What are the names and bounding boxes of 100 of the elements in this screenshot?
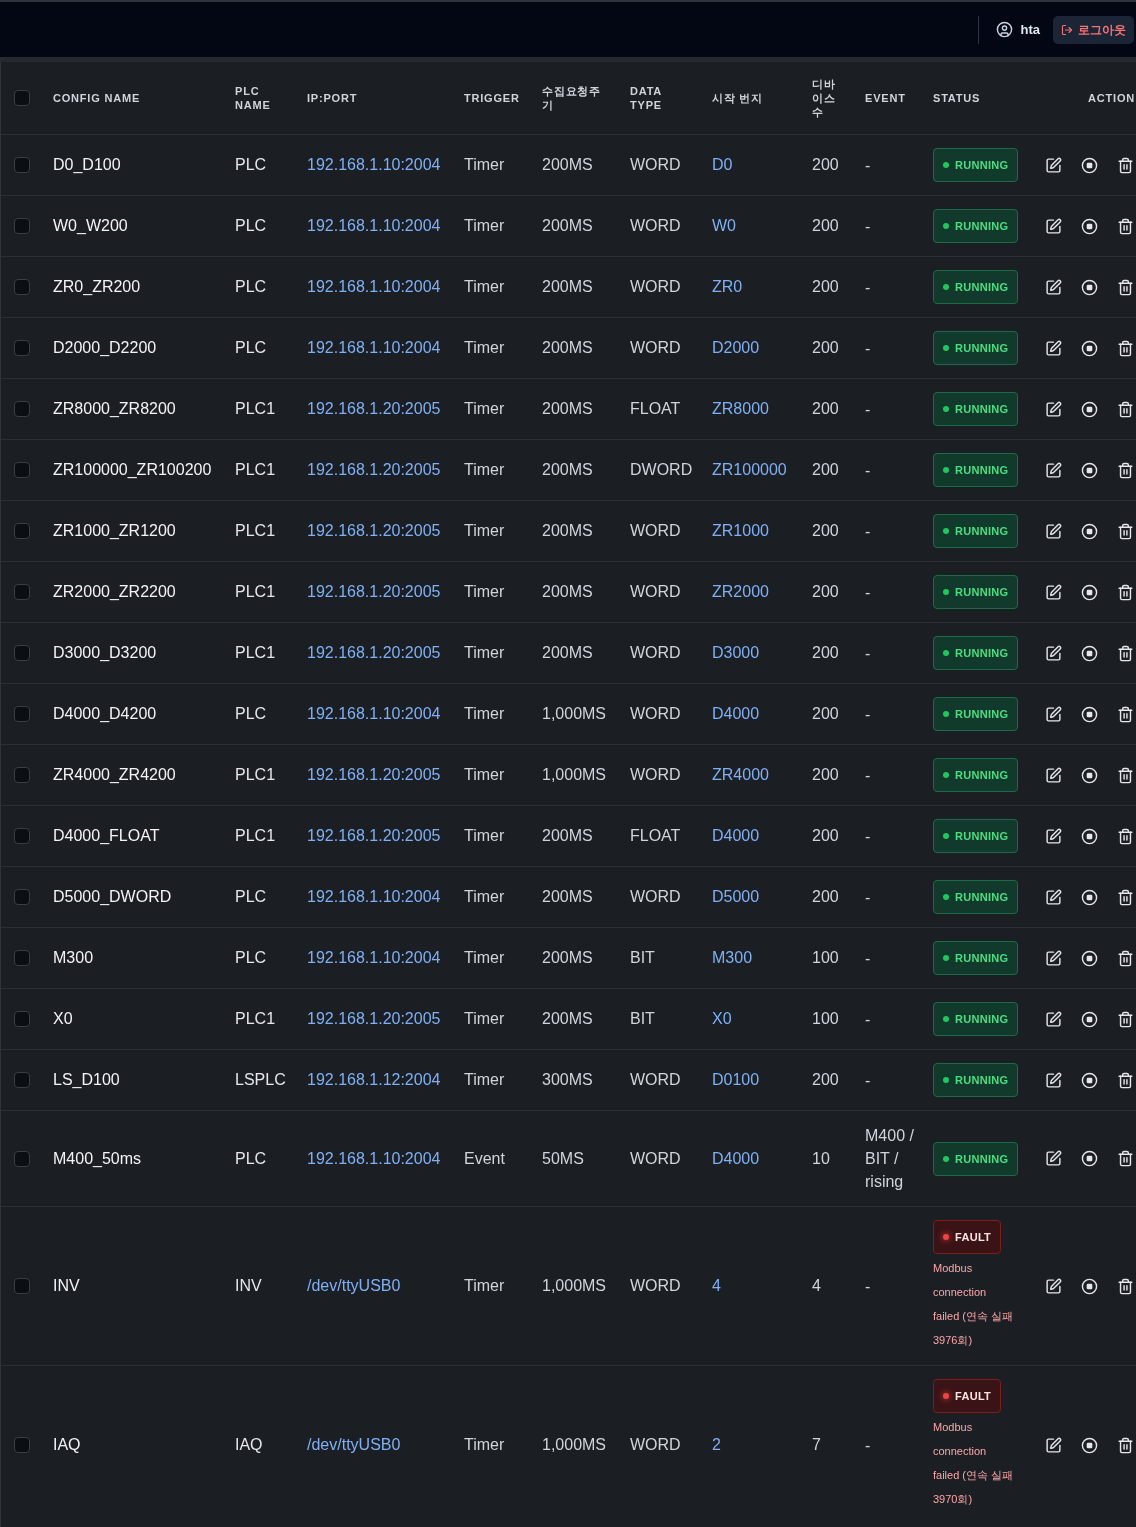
checkbox[interactable] <box>14 645 30 661</box>
stop-icon[interactable] <box>1081 1277 1098 1295</box>
device-count-cell: 200 <box>812 827 839 844</box>
trigger-cell: Timer <box>464 461 505 478</box>
trash-icon[interactable] <box>1117 400 1134 418</box>
checkbox[interactable] <box>14 523 30 539</box>
stop-icon[interactable] <box>1081 217 1098 235</box>
edit-icon[interactable] <box>1045 827 1062 845</box>
edit-icon[interactable] <box>1045 400 1062 418</box>
device-count-cell: 4 <box>812 1277 821 1294</box>
interval-cell: 200MS <box>542 644 593 661</box>
trash-icon[interactable] <box>1117 583 1134 601</box>
edit-icon[interactable] <box>1045 461 1062 479</box>
interval-cell: 1,000MS <box>542 705 607 722</box>
trash-icon[interactable] <box>1117 156 1134 174</box>
start-address-cell: D0 <box>712 156 733 173</box>
stop-icon[interactable] <box>1081 583 1098 601</box>
trash-icon[interactable] <box>1117 461 1134 479</box>
trigger-cell: Timer <box>464 949 505 966</box>
edit-icon[interactable] <box>1045 1277 1062 1295</box>
trash-icon[interactable] <box>1117 1071 1134 1089</box>
interval-cell: 200MS <box>542 461 593 478</box>
trash-icon[interactable] <box>1117 1150 1134 1167</box>
trash-icon[interactable] <box>1117 339 1134 357</box>
edit-icon[interactable] <box>1045 339 1062 357</box>
stop-icon[interactable] <box>1081 949 1098 967</box>
edit-icon[interactable] <box>1045 1150 1062 1167</box>
plc-name-cell: PLC <box>235 949 267 966</box>
logout-button[interactable]: 로그아웃 <box>1053 15 1134 44</box>
edit-icon[interactable] <box>1045 583 1062 601</box>
stop-icon[interactable] <box>1081 766 1098 784</box>
stop-icon[interactable] <box>1081 1150 1098 1167</box>
edit-icon[interactable] <box>1045 217 1062 235</box>
stop-icon[interactable] <box>1081 339 1098 357</box>
edit-icon[interactable] <box>1045 1436 1062 1454</box>
device-count-cell: 100 <box>812 949 839 966</box>
status-badge: FAULT <box>933 1220 1002 1254</box>
stop-icon[interactable] <box>1081 1071 1098 1089</box>
checkbox[interactable] <box>14 706 30 722</box>
checkbox[interactable] <box>14 1150 30 1167</box>
stop-icon[interactable] <box>1081 705 1098 723</box>
edit-icon[interactable] <box>1045 766 1062 784</box>
stop-icon[interactable] <box>1081 156 1098 174</box>
column-header: 수집요청주기 <box>542 84 602 112</box>
checkbox[interactable] <box>14 828 30 844</box>
event-cell-text: - <box>865 277 872 298</box>
device-count-cell: 7 <box>812 1436 821 1453</box>
trash-icon[interactable] <box>1117 217 1134 235</box>
device-count-cell: 200 <box>812 644 839 661</box>
trash-icon[interactable] <box>1117 1277 1134 1295</box>
trigger-cell: Timer <box>464 339 505 356</box>
stop-icon[interactable] <box>1081 400 1098 418</box>
checkbox[interactable] <box>14 90 30 106</box>
stop-icon[interactable] <box>1081 278 1098 296</box>
edit-icon[interactable] <box>1045 278 1062 296</box>
stop-icon[interactable] <box>1081 827 1098 845</box>
checkbox[interactable] <box>14 1437 30 1453</box>
trash-icon[interactable] <box>1117 827 1134 845</box>
checkbox[interactable] <box>14 584 30 600</box>
stop-icon[interactable] <box>1081 522 1098 540</box>
status-badge: RUNNING <box>933 880 1019 914</box>
trash-icon[interactable] <box>1117 766 1134 784</box>
checkbox[interactable] <box>14 1011 30 1027</box>
checkbox[interactable] <box>14 340 30 356</box>
trash-icon[interactable] <box>1117 888 1134 906</box>
trash-icon[interactable] <box>1117 1010 1134 1028</box>
checkbox[interactable] <box>14 950 30 966</box>
config-name-cell: LS_D100 <box>53 1071 120 1088</box>
edit-icon[interactable] <box>1045 1010 1062 1028</box>
edit-icon[interactable] <box>1045 644 1062 662</box>
stop-icon[interactable] <box>1081 644 1098 662</box>
stop-icon[interactable] <box>1081 1436 1098 1454</box>
device-count-cell: 200 <box>812 888 839 905</box>
trash-icon[interactable] <box>1117 522 1134 540</box>
stop-icon[interactable] <box>1081 888 1098 906</box>
checkbox[interactable] <box>14 889 30 905</box>
checkbox[interactable] <box>14 1278 30 1294</box>
edit-icon[interactable] <box>1045 156 1062 174</box>
trash-icon[interactable] <box>1117 705 1134 723</box>
trash-icon[interactable] <box>1117 278 1134 296</box>
stop-icon[interactable] <box>1081 461 1098 479</box>
edit-icon[interactable] <box>1045 705 1062 723</box>
checkbox[interactable] <box>14 279 30 295</box>
trash-icon[interactable] <box>1117 949 1134 967</box>
checkbox[interactable] <box>14 157 30 173</box>
edit-icon[interactable] <box>1045 522 1062 540</box>
checkbox[interactable] <box>14 1072 30 1088</box>
trash-icon[interactable] <box>1117 1436 1134 1454</box>
plc-name-cell: PLC1 <box>235 522 276 539</box>
checkbox[interactable] <box>14 462 30 478</box>
trash-icon[interactable] <box>1117 644 1134 662</box>
config-name-cell: ZR2000_ZR2200 <box>53 583 176 600</box>
checkbox[interactable] <box>14 767 30 783</box>
edit-icon[interactable] <box>1045 1071 1062 1089</box>
edit-icon[interactable] <box>1045 949 1062 967</box>
edit-icon[interactable] <box>1045 888 1062 906</box>
interval-cell: 200MS <box>542 156 593 173</box>
checkbox[interactable] <box>14 401 30 417</box>
stop-icon[interactable] <box>1081 1010 1098 1028</box>
checkbox[interactable] <box>14 218 30 234</box>
